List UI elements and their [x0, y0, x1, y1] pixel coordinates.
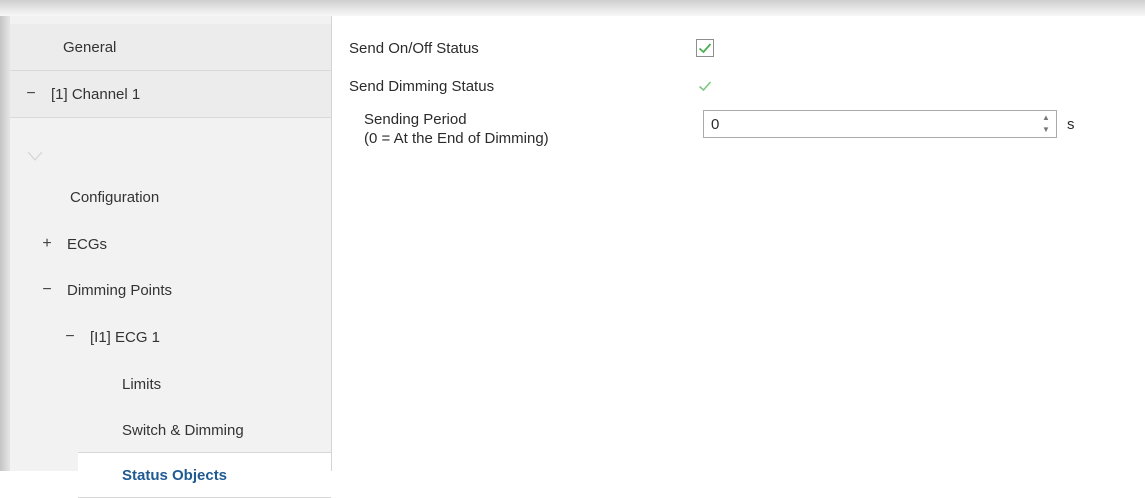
sidebar-item-label: Configuration: [70, 188, 160, 206]
sidebar-item-label: Dimming Points: [67, 281, 173, 299]
sidebar-item-channel-1[interactable]: − [1] Channel 1: [10, 71, 331, 118]
sending-period-hint: (0 = At the End of Dimming): [364, 130, 549, 147]
send-on-off-status-label: Send On/Off Status: [349, 40, 479, 57]
sending-period-value: 0: [711, 115, 720, 133]
collapse-icon[interactable]: −: [64, 328, 76, 346]
check-icon: [698, 81, 712, 92]
expand-icon[interactable]: +: [41, 235, 53, 253]
check-icon: [698, 43, 712, 54]
sidebar-item-general[interactable]: General: [10, 24, 331, 71]
sidebar-item-label: General: [63, 38, 117, 56]
spin-up-icon[interactable]: ▲: [1042, 113, 1050, 123]
window-left-frame: [0, 16, 10, 471]
send-dimming-status-label: Send Dimming Status: [349, 78, 495, 95]
sending-period-input[interactable]: 0 ▲ ▼: [703, 110, 1057, 138]
sidebar-item-label: ECGs: [67, 235, 108, 253]
sidebar-item-limits[interactable]: Limits: [10, 361, 331, 407]
sidebar-item-switch-dimming[interactable]: Switch & Dimming: [10, 407, 331, 453]
collapse-icon[interactable]: −: [41, 281, 53, 299]
send-on-off-status-checkbox[interactable]: [696, 39, 714, 57]
parameters-panel: Send On/Off Status Send Dimming Status S…: [332, 16, 1145, 471]
sidebar-item-label: Limits: [122, 375, 162, 393]
sending-period-unit: s: [1067, 116, 1075, 133]
spin-down-icon[interactable]: ▼: [1042, 125, 1050, 135]
tree-notch-icon: [28, 151, 42, 161]
sidebar-item-ecgs[interactable]: + ECGs: [10, 221, 331, 267]
sidebar-item-status-objects[interactable]: Status Objects: [78, 452, 331, 498]
send-dimming-status-checkbox[interactable]: [696, 77, 714, 95]
collapse-icon[interactable]: −: [25, 85, 37, 103]
sidebar-item-label: [1] Channel 1: [51, 85, 141, 103]
sending-period-label: Sending Period: [364, 111, 467, 128]
window-top-frame: [0, 0, 1145, 16]
sidebar-item-label: Status Objects: [122, 466, 228, 484]
sidebar-item-label: [I1] ECG 1: [90, 328, 161, 346]
sidebar-item-ecg-1[interactable]: − [I1] ECG 1: [10, 314, 331, 360]
sidebar-item-dimming-points[interactable]: − Dimming Points: [10, 267, 331, 313]
sidebar-nav: General − [1] Channel 1 Configuration + …: [10, 16, 332, 498]
spin-buttons: ▲ ▼: [1041, 113, 1051, 135]
sidebar-item-label: Switch & Dimming: [122, 421, 244, 439]
sidebar-item-configuration[interactable]: Configuration: [10, 174, 331, 220]
